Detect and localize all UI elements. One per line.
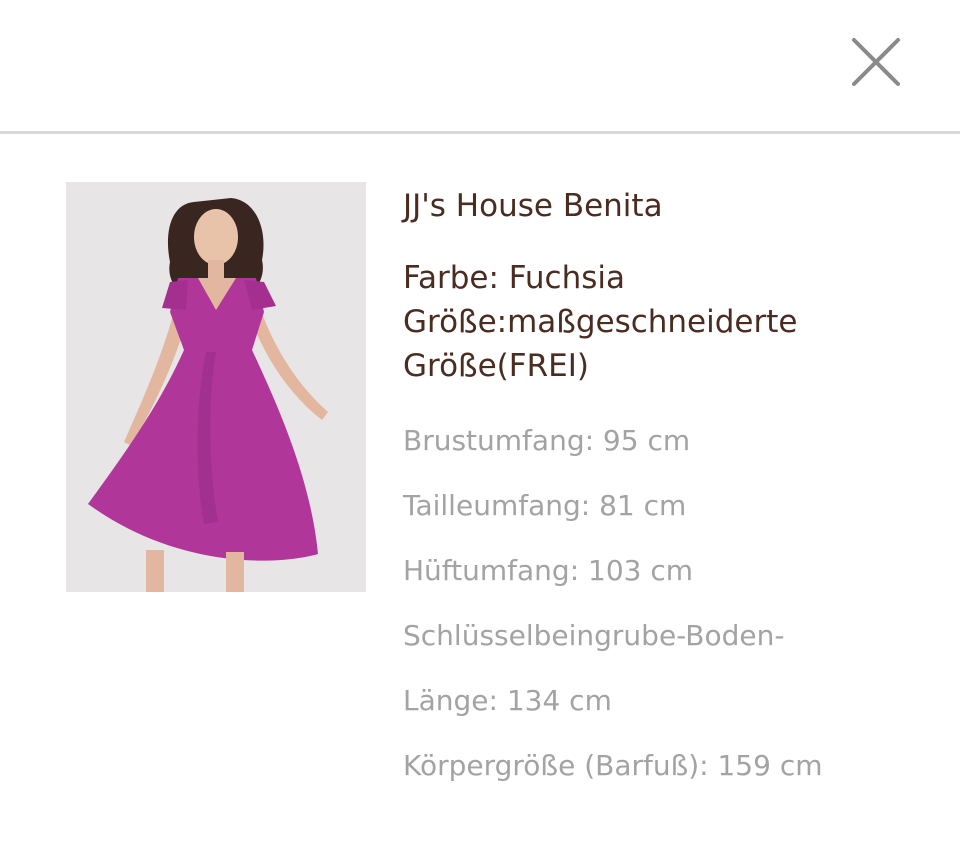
measurements-list: Brustumfang: 95 cm Tailleumfang: 81 cm H… — [403, 408, 943, 798]
measurement-hollow-to-floor-value: Länge: 134 cm — [403, 684, 612, 717]
product-title: JJ's House Benita — [403, 188, 663, 224]
product-details: JJ's House Benita Farbe: Fuchsia Größe:m… — [403, 184, 943, 798]
measurement-height: Körpergröße (Barfuß): 159 cm — [403, 749, 823, 782]
measurement-waist: Tailleumfang: 81 cm — [403, 489, 687, 522]
measurement-hip: Hüftumfang: 103 cm — [403, 554, 694, 587]
product-image — [66, 182, 366, 592]
product-size-line1: Größe:maßgeschneiderte — [403, 304, 798, 340]
close-button[interactable] — [846, 32, 906, 92]
measurement-bust: Brustumfang: 95 cm — [403, 424, 691, 457]
close-icon — [852, 38, 900, 86]
measurement-hollow-to-floor-label: Schlüsselbeingrube-Boden- — [403, 619, 785, 652]
dialog-header — [0, 0, 960, 134]
product-size-line2: Größe(FREI) — [403, 348, 589, 384]
dialog-content: JJ's House Benita Farbe: Fuchsia Größe:m… — [0, 134, 960, 857]
product-color: Farbe: Fuchsia — [403, 260, 626, 296]
